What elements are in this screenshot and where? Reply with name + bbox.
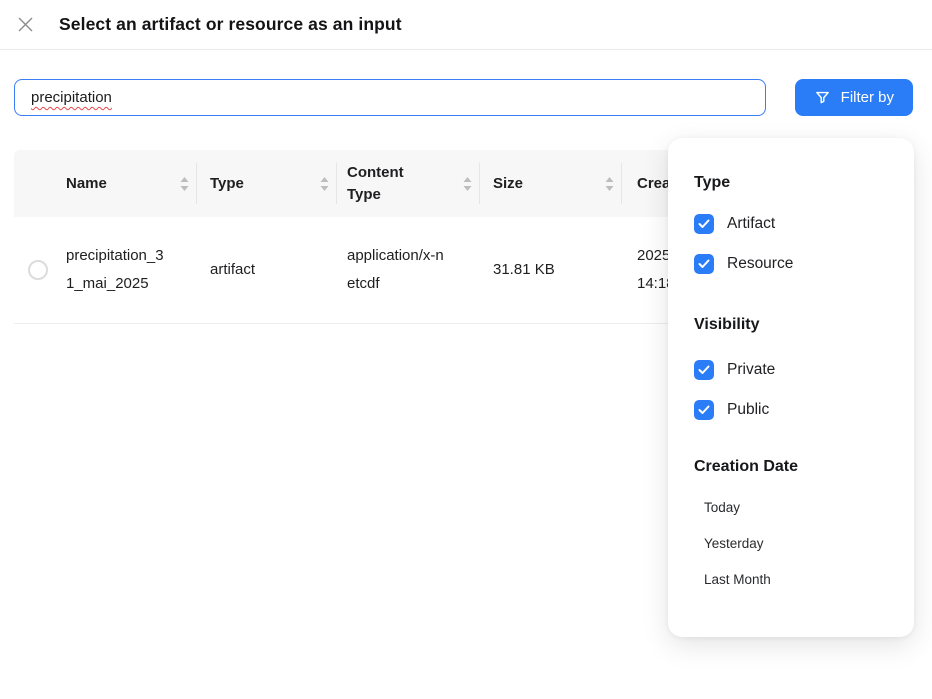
checkbox-checked-icon[interactable] xyxy=(694,214,714,234)
row-radio-button[interactable] xyxy=(28,260,48,280)
search-input[interactable]: precipitation xyxy=(14,79,766,116)
toolbar: precipitation Filter by xyxy=(14,79,913,116)
sort-icon[interactable] xyxy=(605,177,614,191)
checkbox-checked-icon[interactable] xyxy=(694,400,714,420)
modal-title: Select an artifact or resource as an inp… xyxy=(59,14,402,35)
close-icon[interactable] xyxy=(14,13,36,35)
column-header-size[interactable]: Size xyxy=(480,150,622,217)
filter-section-creation-date-heading: Creation Date xyxy=(694,458,894,476)
filter-option-private[interactable]: Private xyxy=(694,359,894,381)
filter-by-button[interactable]: Filter by xyxy=(795,79,913,116)
sort-icon[interactable] xyxy=(320,177,329,191)
search-input-value: precipitation xyxy=(31,89,112,106)
sort-icon[interactable] xyxy=(463,177,472,191)
checkbox-checked-icon[interactable] xyxy=(694,360,714,380)
filter-section-type-heading: Type xyxy=(694,174,894,192)
filter-popover: Type Artifact Resource Visibility Privat… xyxy=(668,138,914,637)
filter-date-yesterday[interactable]: Yesterday xyxy=(704,536,894,551)
column-header-content-type[interactable]: Content Type xyxy=(337,150,480,217)
checkbox-checked-icon[interactable] xyxy=(694,254,714,274)
filter-option-artifact[interactable]: Artifact xyxy=(694,213,894,235)
filter-by-label: Filter by xyxy=(841,89,894,106)
filter-date-today[interactable]: Today xyxy=(704,500,894,515)
sort-icon[interactable] xyxy=(180,177,189,191)
filter-option-resource[interactable]: Resource xyxy=(694,253,894,275)
cell-content-type: application/x-netcdf xyxy=(337,242,480,298)
funnel-icon xyxy=(814,89,831,106)
filter-section-visibility-heading: Visibility xyxy=(694,316,894,334)
column-header-name[interactable]: Name xyxy=(56,150,197,217)
filter-date-last-month[interactable]: Last Month xyxy=(704,572,894,587)
select-column-header xyxy=(14,150,56,217)
cell-type: artifact xyxy=(197,256,337,284)
column-header-type[interactable]: Type xyxy=(197,150,337,217)
row-select-cell xyxy=(14,260,56,280)
cell-size: 31.81 KB xyxy=(480,256,622,284)
modal-header: Select an artifact or resource as an inp… xyxy=(0,0,932,50)
filter-option-public[interactable]: Public xyxy=(694,399,894,421)
cell-name: precipitation_31_mai_2025 xyxy=(56,242,197,298)
artifact-select-modal: Select an artifact or resource as an inp… xyxy=(0,0,932,699)
